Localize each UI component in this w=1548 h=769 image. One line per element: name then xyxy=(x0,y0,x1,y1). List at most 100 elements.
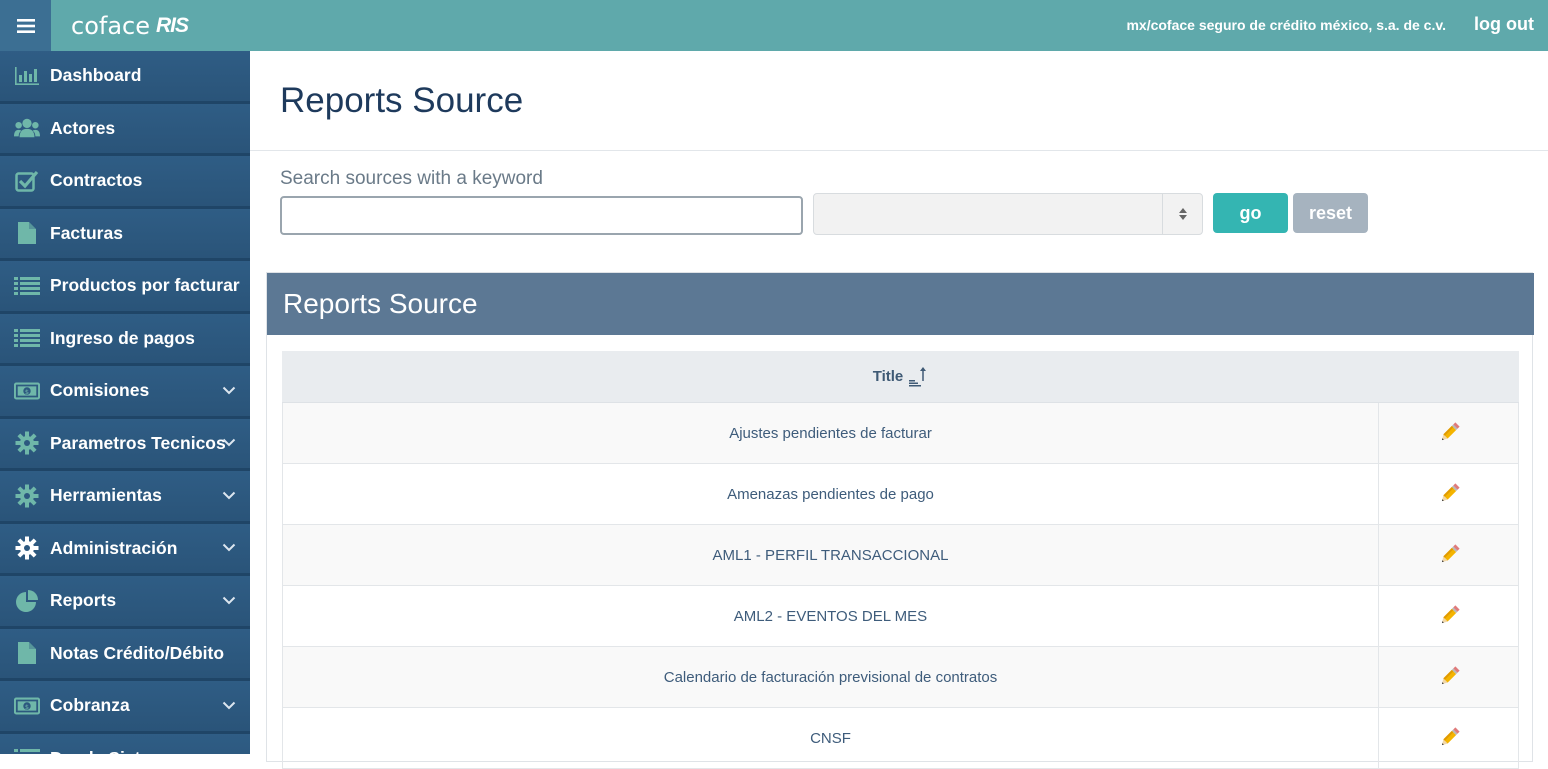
reset-button[interactable]: reset xyxy=(1293,193,1368,233)
sidebar-item-productos-por-facturar[interactable]: Productos por facturar xyxy=(0,261,250,314)
sidebar-item-comisiones[interactable]: $ Comisiones xyxy=(0,366,250,419)
sidebar-item-reports[interactable]: Reports xyxy=(0,576,250,629)
gear-icon xyxy=(14,536,40,560)
chevron-down-icon xyxy=(222,434,236,452)
chevron-down-icon xyxy=(222,487,236,505)
sidebar-item-label: Facturas xyxy=(50,222,123,243)
report-title-cell: AML2 - EVENTOS DEL MES xyxy=(282,586,1378,646)
edit-button[interactable] xyxy=(1378,586,1519,646)
sidebar-item-label: Deuda Sist... xyxy=(50,748,155,754)
table-row: Ajustes pendientes de facturar xyxy=(282,403,1519,464)
list-icon xyxy=(14,746,40,754)
logo[interactable]: coface RIS xyxy=(51,0,213,51)
table-body: Ajustes pendientes de facturar Amenazas p… xyxy=(282,403,1519,769)
table-header: Title xyxy=(282,351,1519,403)
sort-ascending-icon xyxy=(909,366,927,386)
sidebar-item-label: Reports xyxy=(50,590,117,611)
reports-panel: Reports Source Title Ajustes pendientes … xyxy=(266,272,1534,769)
search-label: Search sources with a keyword xyxy=(280,168,543,189)
sidebar-item-label: Contractos xyxy=(50,170,143,191)
sidebar-item-dashboard[interactable]: Dashboard xyxy=(0,51,250,104)
list-icon xyxy=(14,274,40,298)
reports-table: Title Ajustes pendientes de facturar Amen… xyxy=(282,351,1519,769)
money-icon: $ xyxy=(14,694,40,718)
chevron-down-icon xyxy=(222,592,236,610)
sidebar-item-label: Cobranza xyxy=(50,695,130,716)
sidebar-item-administracion[interactable]: Administración xyxy=(0,523,250,576)
sidebar-item-notas-credito-debito[interactable]: Notas Crédito/Débito xyxy=(0,628,250,681)
table-row: Calendario de facturación previsional de… xyxy=(282,647,1519,708)
top-bar: coface RIS mx/coface seguro de crédito m… xyxy=(0,0,1548,51)
edit-button[interactable] xyxy=(1378,403,1519,463)
report-title-cell: Ajustes pendientes de facturar xyxy=(282,403,1378,463)
bar-chart-icon xyxy=(14,64,40,88)
sidebar-item-deuda-sist[interactable]: Deuda Sist... xyxy=(0,733,250,754)
sidebar-item-facturas[interactable]: Facturas xyxy=(0,208,250,261)
sidebar-item-contractos[interactable]: Contractos xyxy=(0,156,250,209)
sidebar: Dashboard Actores Contractos Facturas Produc… xyxy=(0,51,250,754)
panel-title: Reports Source xyxy=(267,273,1534,335)
menu-toggle-button[interactable] xyxy=(0,0,51,51)
table-row: AML1 - PERFIL TRANSACCIONAL xyxy=(282,525,1519,586)
sidebar-item-label: Herramientas xyxy=(50,485,162,506)
list-icon xyxy=(14,326,40,350)
file-icon xyxy=(14,641,40,665)
svg-text:$: $ xyxy=(25,388,29,396)
sidebar-item-label: Comisiones xyxy=(50,380,150,401)
table-row: CNSF xyxy=(282,708,1519,769)
report-title-cell: AML1 - PERFIL TRANSACCIONAL xyxy=(282,525,1378,585)
sidebar-item-label: Ingreso de pagos xyxy=(50,327,195,348)
edit-button[interactable] xyxy=(1378,708,1519,768)
table-row: AML2 - EVENTOS DEL MES xyxy=(282,586,1519,647)
header-divider xyxy=(250,150,1548,151)
users-icon xyxy=(14,116,40,140)
sidebar-item-label: Parametros Tecnicos xyxy=(50,432,226,453)
sidebar-item-label: Actores xyxy=(50,117,116,138)
gear-icon xyxy=(14,484,40,508)
edit-button[interactable] xyxy=(1378,525,1519,585)
gear-icon xyxy=(14,431,40,455)
money-icon: $ xyxy=(14,379,40,403)
sidebar-item-label: Notas Crédito/Débito xyxy=(50,642,225,663)
page-title: Reports Source xyxy=(280,81,524,120)
pencil-icon xyxy=(1441,483,1460,502)
select-arrows-icon xyxy=(1162,194,1202,234)
pencil-icon xyxy=(1441,422,1460,441)
sidebar-item-cobranza[interactable]: $ Cobranza xyxy=(0,681,250,734)
title-column-header[interactable]: Title xyxy=(872,366,929,387)
sidebar-item-ingreso-de-pagos[interactable]: Ingreso de pagos xyxy=(0,313,250,366)
pencil-icon xyxy=(1441,727,1460,746)
chevron-down-icon xyxy=(222,697,236,715)
table-row: Amenazas pendientes de pago xyxy=(282,464,1519,525)
edit-button[interactable] xyxy=(1378,647,1519,707)
sidebar-item-label: Administración xyxy=(50,537,178,558)
file-icon xyxy=(14,221,40,245)
main-content: Reports Source Search sources with a key… xyxy=(250,51,1548,769)
checkbox-icon xyxy=(14,169,40,193)
sidebar-item-parametros-tecnicos[interactable]: Parametros Tecnicos xyxy=(0,418,250,471)
logout-link[interactable]: log out xyxy=(1474,14,1534,35)
svg-text:$: $ xyxy=(25,703,29,711)
pencil-icon xyxy=(1441,605,1460,624)
edit-button[interactable] xyxy=(1378,464,1519,524)
chevron-down-icon xyxy=(222,382,236,400)
sidebar-item-herramientas[interactable]: Herramientas xyxy=(0,471,250,524)
sidebar-item-actores[interactable]: Actores xyxy=(0,103,250,156)
go-button[interactable]: go xyxy=(1213,193,1288,233)
pie-chart-icon xyxy=(14,589,40,613)
report-title-cell: Amenazas pendientes de pago xyxy=(282,464,1378,524)
report-title-cell: CNSF xyxy=(282,708,1378,768)
chevron-down-icon xyxy=(222,539,236,557)
pencil-icon xyxy=(1441,666,1460,685)
column-title-label: Title xyxy=(872,368,904,385)
company-name: mx/coface seguro de crédito méxico, s.a.… xyxy=(1126,17,1446,33)
source-select[interactable] xyxy=(813,193,1203,235)
sidebar-item-label: Dashboard xyxy=(50,65,142,86)
logo-suffix: RIS xyxy=(156,13,189,37)
hamburger-icon xyxy=(16,18,35,33)
search-input[interactable] xyxy=(280,196,803,235)
report-title-cell: Calendario de facturación previsional de… xyxy=(282,647,1378,707)
pencil-icon xyxy=(1441,544,1460,563)
sidebar-item-label: Productos por facturar xyxy=(50,275,240,296)
logo-text: coface xyxy=(71,11,150,40)
